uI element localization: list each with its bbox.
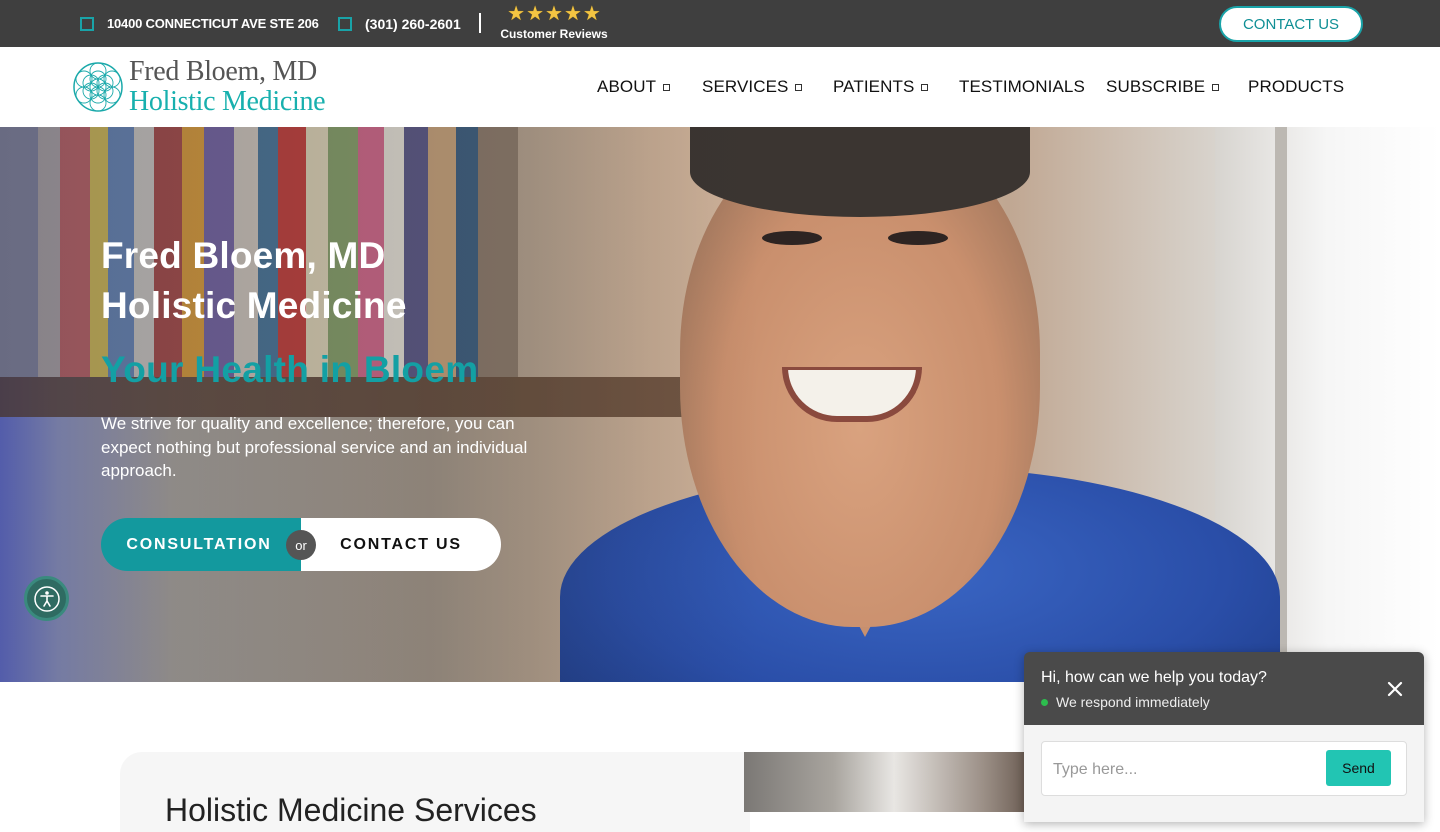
customer-reviews-link[interactable]: ★ ★ ★ ★ ★ Customer Reviews — [498, 4, 610, 41]
nav-services-label: SERVICES — [702, 77, 789, 96]
hero-contact-us-button[interactable]: CONTACT US — [301, 518, 501, 571]
star-rating: ★ ★ ★ ★ ★ — [498, 4, 610, 24]
nav-testimonials[interactable]: TESTIMONIALS — [959, 77, 1085, 97]
consultation-button[interactable]: CONSULTATION — [101, 518, 301, 571]
accessibility-button[interactable] — [24, 576, 69, 621]
services-card: Holistic Medicine Services — [120, 752, 750, 832]
contact-us-button[interactable]: CONTACT US — [1219, 6, 1363, 42]
services-photo — [744, 752, 1044, 812]
hero-title-line1: Fred Bloem, MD — [101, 235, 386, 276]
logo-subtitle: Holistic Medicine — [129, 86, 326, 117]
hero-tagline: Your Health in Bloem — [101, 349, 479, 390]
chevron-down-icon — [1212, 83, 1220, 91]
send-button[interactable]: Send — [1326, 750, 1391, 786]
or-badge: or — [286, 530, 316, 560]
star-icon: ★ — [526, 3, 545, 25]
main-nav: Fred Bloem, MD Holistic Medicine ABOUT S… — [0, 47, 1440, 127]
divider — [479, 13, 481, 33]
nav-products-label: PRODUCTS — [1248, 77, 1345, 96]
close-icon[interactable] — [1384, 678, 1406, 700]
chat-body: Type here... Send — [1024, 725, 1424, 822]
phone-link[interactable]: (301) 260-2601 — [338, 0, 461, 47]
nav-patients-label: PATIENTS — [833, 77, 915, 96]
address-text: 10400 CONNECTICUT AVE STE 206 — [107, 16, 319, 31]
star-icon: ★ — [582, 3, 601, 25]
chat-widget: Hi, how can we help you today? We respon… — [1024, 652, 1424, 822]
hero-section: Fred Bloem, MD Holistic Medicine Your He… — [0, 127, 1440, 682]
hero-title: Fred Bloem, MD Holistic Medicine — [101, 231, 407, 331]
hero-title-line2: Holistic Medicine — [101, 285, 407, 326]
site-logo[interactable]: Fred Bloem, MD Holistic Medicine — [72, 56, 326, 118]
star-icon: ★ — [507, 3, 526, 25]
reviews-label: Customer Reviews — [500, 27, 608, 41]
chat-status-text: We respond immediately — [1056, 694, 1210, 710]
nav-subscribe[interactable]: SUBSCRIBE — [1106, 77, 1220, 97]
chevron-down-icon — [921, 83, 929, 91]
nav-about-label: ABOUT — [597, 77, 657, 96]
chat-status: We respond immediately — [1041, 694, 1210, 710]
chat-input-placeholder: Type here... — [1053, 761, 1138, 778]
nav-services[interactable]: SERVICES — [702, 77, 803, 97]
accessibility-icon — [33, 585, 60, 612]
nav-testimonials-label: TESTIMONIALS — [959, 77, 1085, 96]
phone-icon — [338, 16, 352, 31]
phone-text: (301) 260-2601 — [365, 15, 461, 32]
location-icon — [80, 16, 94, 31]
hero-description: We strive for quality and excellence; th… — [101, 414, 528, 480]
eye-image — [762, 231, 822, 245]
chat-title: Hi, how can we help you today? — [1041, 669, 1267, 686]
address-link[interactable]: 10400 CONNECTICUT AVE STE 206 — [80, 0, 319, 47]
nav-patients[interactable]: PATIENTS — [833, 77, 929, 97]
star-icon: ★ — [545, 3, 563, 25]
star-icon: ★ — [563, 3, 582, 25]
chevron-down-icon — [663, 83, 671, 91]
nav-products[interactable]: PRODUCTS — [1248, 77, 1344, 97]
eye-image — [888, 231, 948, 245]
logo-name: Fred Bloem, MD — [129, 56, 317, 87]
top-bar: 10400 CONNECTICUT AVE STE 206 (301) 260-… — [0, 0, 1440, 47]
hero-overlay — [0, 127, 760, 682]
nav-about[interactable]: ABOUT — [597, 77, 671, 97]
online-indicator — [1041, 698, 1048, 706]
chat-message-input[interactable]: Type here... Send — [1041, 741, 1407, 796]
services-title: Holistic Medicine Services — [165, 792, 537, 828]
chevron-down-icon — [795, 83, 803, 91]
nav-subscribe-label: SUBSCRIBE — [1106, 77, 1206, 96]
flower-of-life-icon — [73, 62, 123, 112]
